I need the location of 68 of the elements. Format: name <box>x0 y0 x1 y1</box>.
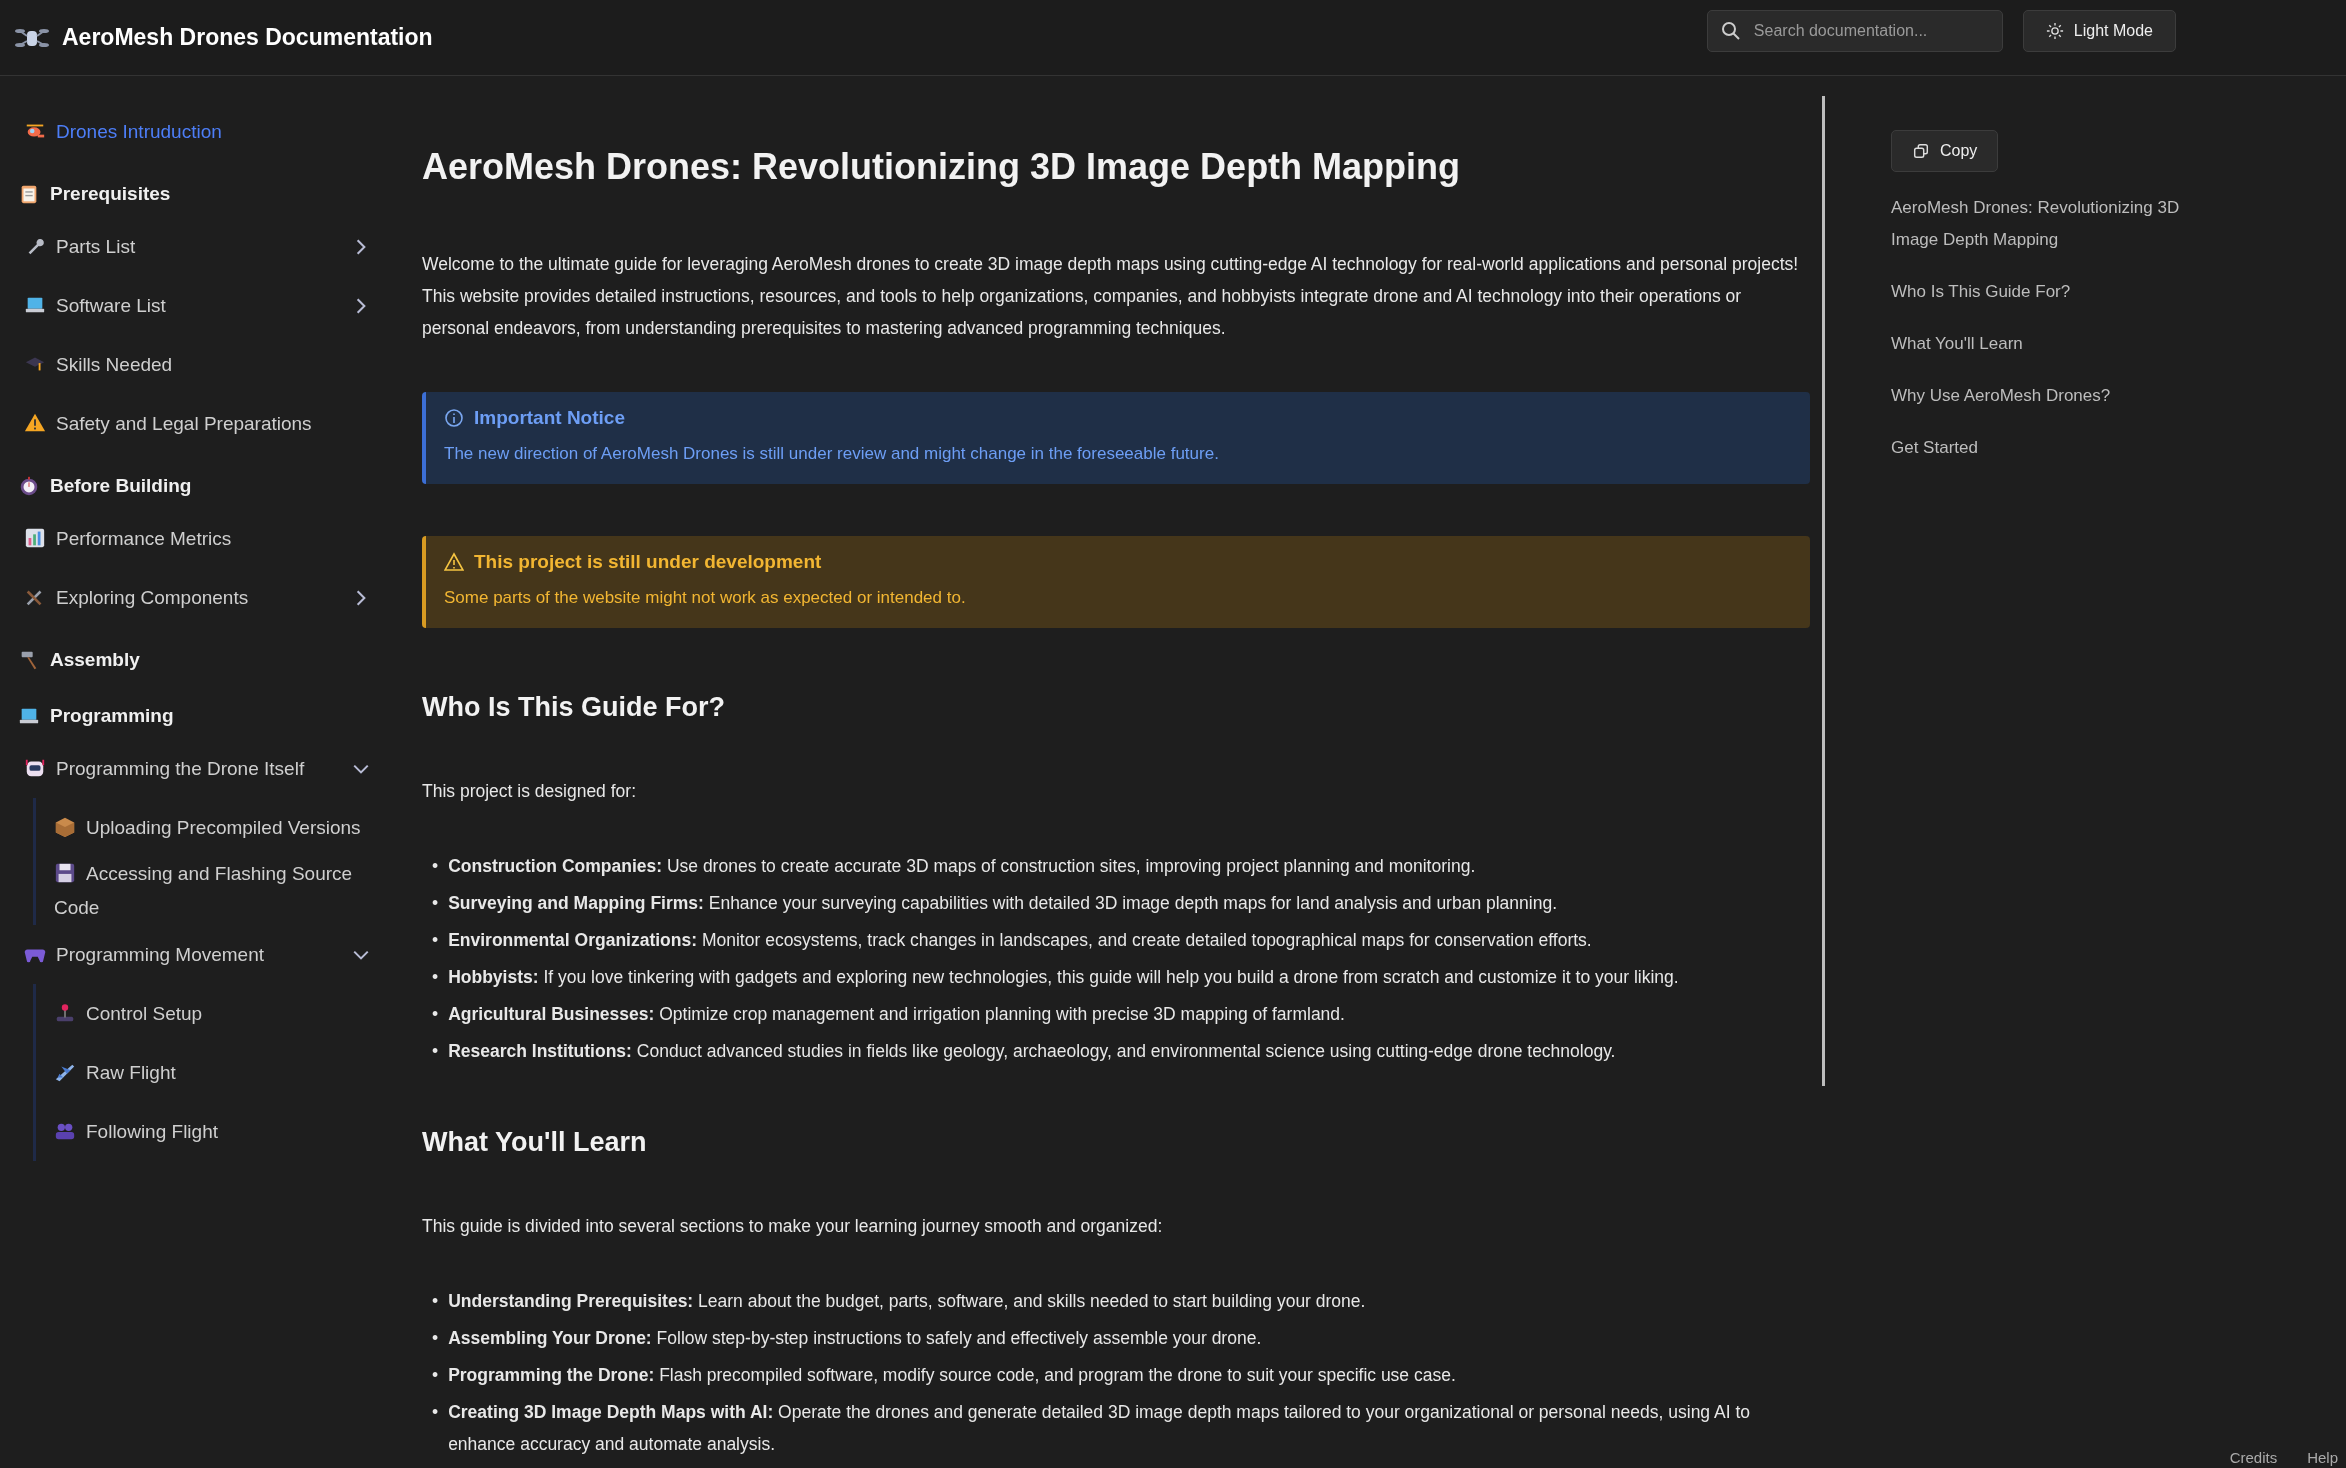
sidebar-section[interactable]: Programming <box>18 705 376 727</box>
bullet-item: Environmental Organizations: Monitor ecosystems, track changes in landscapes, and create detailed topographical maps for conservation efforts. <box>448 929 1592 952</box>
toc-link[interactable]: AeroMesh Drones: Revolutionizing 3D Image Depth Mapping <box>1891 192 2181 256</box>
stopwatch-icon <box>18 475 40 497</box>
toc-link[interactable]: Get Started <box>1891 432 1978 464</box>
callout-title: Important Notice <box>474 406 625 430</box>
sidebar-item[interactable]: Accessing and Flashing Source Code <box>54 857 376 925</box>
section-heading: Who Is This Guide For? <box>422 692 726 723</box>
bullet-marker: • <box>432 1327 439 1350</box>
bullet-marker: • <box>432 1040 439 1063</box>
sidebar-item[interactable]: Programming Movement <box>24 937 265 972</box>
sun-icon <box>2045 21 2064 40</box>
section-intro: This project is designed for: <box>422 780 637 803</box>
bullet-marker: • <box>432 929 439 952</box>
bullet-item: Agricultural Businesses: Optimize crop management and irrigation planning with precise 3D mapping of farmland. <box>448 1003 1345 1026</box>
sidebar-item[interactable]: Raw Flight <box>54 1055 176 1090</box>
callout-text: Some parts of the website might not work as expected or intended to. <box>444 587 967 609</box>
section-intro: This guide is divided into several sections to make your learning journey smooth and organized: <box>422 1215 1164 1238</box>
callout-text: The new direction of AeroMesh Drones is still under review and might change in the foreseeable future. <box>444 443 1220 465</box>
toc-link[interactable]: What You'll Learn <box>1891 328 2023 360</box>
toc-link[interactable]: Why Use AeroMesh Drones? <box>1891 380 2111 412</box>
sidebar-item[interactable]: Programming the Drone Itself <box>24 751 305 786</box>
bullet-item: Surveying and Mapping Firms: Enhance your surveying capabilities with detailed 3D image depth maps for land analysis and urban planning. <box>448 892 1558 915</box>
bullet-marker: • <box>432 1364 439 1387</box>
bullet-marker: • <box>432 1003 439 1026</box>
sidebar-section[interactable]: Prerequisites <box>18 183 376 205</box>
bullet-marker: • <box>432 1290 439 1313</box>
toc-link[interactable]: Who Is This Guide For? <box>1891 276 2071 308</box>
bullet-marker: • <box>432 892 439 915</box>
light-mode-button[interactable]: Light Mode <box>2022 9 2176 52</box>
intro-paragraph: Welcome to the ultimate guide for leveraging AeroMesh drones to create 3D image depth maps using cutting-edge AI technology for real-world applications and personal projects! This website provides detailed instructions, resources, and tools to help organizations, companies, and hobbyists integrate drone and AI technology into their operations or personal endeavors, from understanding prerequisites to mastering advanced programming techniques. <box>422 253 1800 340</box>
bar-chart-icon <box>24 526 46 549</box>
package-icon <box>54 815 76 838</box>
sidebar-item[interactable]: Safety and Legal Preparations <box>24 406 312 441</box>
bullet-item: Creating 3D Image Depth Maps with AI: Operate the drones and generate detailed 3D image depth maps tailored to your organizational or personal needs, using AI to enhance accuracy and automate analysis. <box>448 1401 1751 1456</box>
bullet-item: Research Institutions: Conduct advanced studies in fields like geology, archaeology, and environmental science using cutting-edge drone technology. <box>448 1040 1616 1063</box>
bullet-item: Assembling Your Drone: Follow step-by-step instructions to safely and effectively assemble your drone. <box>448 1327 1262 1350</box>
joystick-icon <box>54 1001 76 1024</box>
site-title: AeroMesh Drones Documentation <box>62 24 433 51</box>
warning-icon <box>444 552 464 572</box>
sidebar-item[interactable]: Uploading Precompiled Versions <box>54 810 361 845</box>
footer-link[interactable]: Help <box>2307 1449 2338 1466</box>
copy-icon <box>1912 142 1930 160</box>
bullet-item: Programming the Drone: Flash precompiled software, modify source code, and program the drone to suit your specific use case. <box>448 1364 1456 1387</box>
sidebar-item[interactable]: Drones Intruduction <box>24 114 222 149</box>
bullet-item: Hobbyists: If you love tinkering with gadgets and exploring new technologies, this guide will help you build a drone from scratch and customize it to your liking. <box>448 966 1679 989</box>
bullet-marker: • <box>432 1401 439 1424</box>
sidebar-item[interactable]: Software List <box>24 288 166 323</box>
footer-link[interactable]: Credits <box>2229 1449 2278 1466</box>
copy-button[interactable]: Copy <box>1891 130 1999 172</box>
bullet-marker: • <box>432 966 439 989</box>
sidebar-item[interactable]: Skills Needed <box>24 347 173 382</box>
sidebar-item[interactable]: Control Setup <box>54 996 203 1031</box>
bullet-item: Understanding Prerequisites: Learn about the budget, parts, software, and skills needed to start building your drone. <box>448 1290 1366 1313</box>
sidebar-item[interactable]: Parts List <box>24 229 136 264</box>
search-field[interactable]: Search documentation... <box>1706 9 2003 52</box>
sidebar-item[interactable]: Performance Metrics <box>24 521 232 556</box>
page-title: AeroMesh Drones: Revolutionizing 3D Image Depth Mapping <box>422 146 1462 188</box>
search-icon <box>1720 20 1741 41</box>
section-heading: What You'll Learn <box>422 1127 648 1158</box>
bullet-marker: • <box>432 855 439 878</box>
sidebar-section[interactable]: Assembly <box>18 649 376 671</box>
sidebar-item[interactable]: Exploring Components <box>24 580 249 615</box>
callout-title: This project is still under development <box>474 550 822 574</box>
info-icon <box>444 408 464 428</box>
bullet-item: Construction Companies: Use drones to create accurate 3D maps of construction sites, improving project planning and monitoring. <box>448 855 1476 878</box>
sidebar-section[interactable]: Before Building <box>18 475 376 497</box>
sidebar-item[interactable]: Following Flight <box>54 1114 218 1149</box>
